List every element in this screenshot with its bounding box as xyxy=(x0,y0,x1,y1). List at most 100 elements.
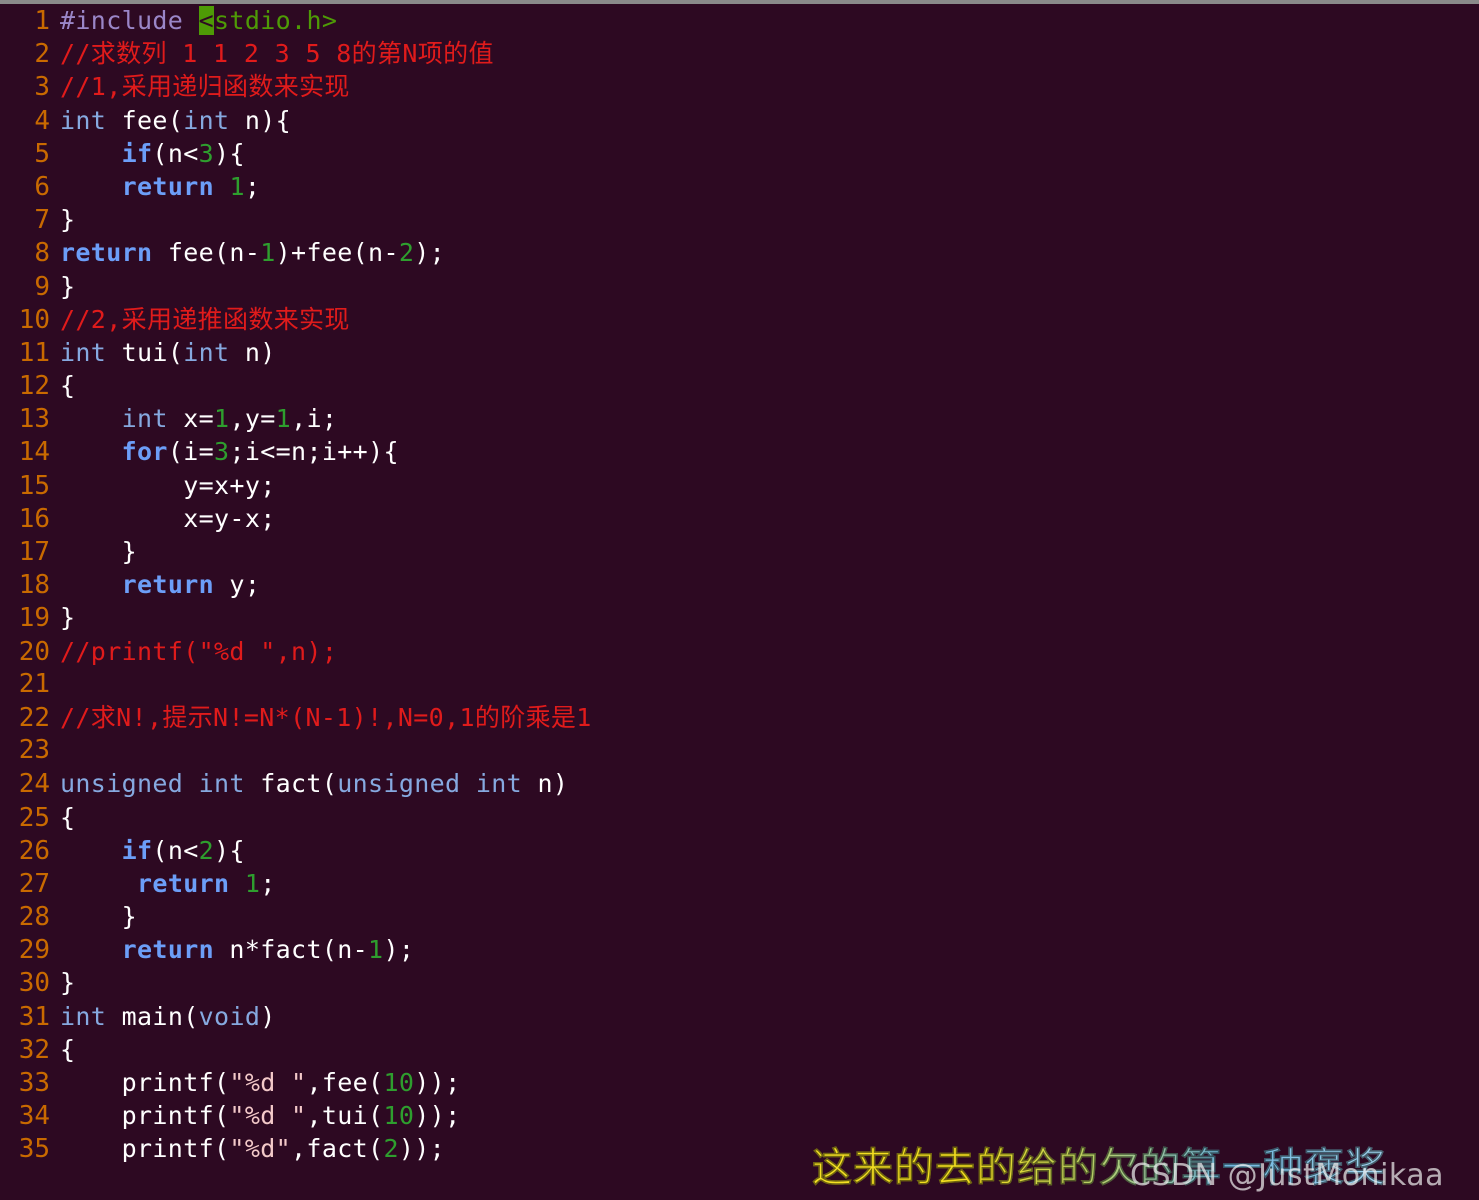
line-number: 13 xyxy=(18,404,50,435)
code-line[interactable]: 7 } xyxy=(0,203,1479,236)
code-line[interactable]: 3 //1,采用递归函数来实现 xyxy=(0,70,1479,103)
line-content[interactable]: for(i=3;i<=n;i++){ xyxy=(50,435,399,468)
token-text: ) xyxy=(260,1001,276,1031)
code-line[interactable]: 13 int x=1,y=1,i; xyxy=(0,402,1479,435)
code-line[interactable]: 17 } xyxy=(0,535,1479,568)
token-number: 1 xyxy=(229,171,245,201)
line-content[interactable]: y=x+y; xyxy=(50,469,276,502)
code-line[interactable]: 34 printf("%d ",tui(10)); xyxy=(0,1099,1479,1132)
code-line[interactable]: 26 if(n<2){ xyxy=(0,834,1479,867)
line-content[interactable]: printf("%d",fact(2)); xyxy=(50,1132,445,1165)
code-line[interactable]: 5 if(n<3){ xyxy=(0,137,1479,170)
code-line[interactable]: 2 //求数列 1 1 2 3 5 8的第N项的值 xyxy=(0,37,1479,70)
code-line[interactable]: 11 int tui(int n) xyxy=(0,336,1479,369)
token-keyword: return xyxy=(121,171,215,201)
line-content[interactable]: printf("%d ",tui(10)); xyxy=(50,1099,461,1132)
code-line[interactable]: 18 return y; xyxy=(0,568,1479,601)
token-number: 1 xyxy=(214,404,230,434)
line-content[interactable]: //求N!,提示N!=N*(N-1)!,N=0,1的阶乘是1 xyxy=(50,701,592,734)
code-line[interactable]: 1 #include <stdio.h> xyxy=(0,4,1479,37)
code-line[interactable]: 22 //求N!,提示N!=N*(N-1)!,N=0,1的阶乘是1 xyxy=(0,701,1479,734)
token-number: 2 xyxy=(398,238,415,268)
token-text: ,i; xyxy=(291,404,338,434)
code-line[interactable]: 24 unsigned int fact(unsigned int n) xyxy=(0,767,1479,800)
token-text: ,fact( xyxy=(291,1134,384,1164)
line-content[interactable]: int tui(int n) xyxy=(50,336,276,369)
line-content[interactable]: //求数列 1 1 2 3 5 8的第N项的值 xyxy=(50,37,494,70)
code-line[interactable]: 29 return n*fact(n-1); xyxy=(0,933,1479,966)
code-line[interactable]: 28 } xyxy=(0,900,1479,933)
token-indent: printf( xyxy=(60,1068,230,1097)
line-content[interactable]: unsigned int fact(unsigned int n) xyxy=(50,767,568,800)
token-text: (n< xyxy=(152,138,199,168)
code-line[interactable]: 32 { xyxy=(0,1033,1479,1066)
code-line[interactable]: 31 int main(void) xyxy=(0,1000,1479,1033)
line-content[interactable]: { xyxy=(50,369,75,402)
line-content[interactable]: return y; xyxy=(50,568,260,601)
code-line[interactable]: 15 y=x+y; xyxy=(0,469,1479,502)
code-line[interactable]: 10 //2,采用递推函数来实现 xyxy=(0,303,1479,336)
line-content[interactable]: x=y-x; xyxy=(50,502,276,535)
code-line[interactable]: 16 x=y-x; xyxy=(0,502,1479,535)
line-content[interactable]: #include <stdio.h> xyxy=(50,4,337,37)
line-content[interactable]: return fee(n-1)+fee(n-2); xyxy=(50,236,445,269)
token-text: main( xyxy=(106,1001,199,1031)
token-text: ,fee( xyxy=(306,1068,384,1097)
code-line[interactable]: 30 } xyxy=(0,966,1479,999)
line-content[interactable]: return 1; xyxy=(50,867,276,900)
token-text: fee( xyxy=(106,105,184,135)
token-text: n) xyxy=(522,769,569,799)
line-content[interactable]: } xyxy=(50,203,75,236)
token-text: ; xyxy=(244,171,261,201)
token-text: x= xyxy=(167,404,215,434)
code-line[interactable]: 8 return fee(n-1)+fee(n-2); xyxy=(0,236,1479,269)
code-line[interactable]: 21 xyxy=(0,668,1479,701)
code-line[interactable]: 20 //printf("%d ",n); xyxy=(0,635,1479,668)
token-text: ,y= xyxy=(229,404,276,434)
code-line[interactable]: 12 { xyxy=(0,369,1479,402)
code-line[interactable]: 14 for(i=3;i<=n;i++){ xyxy=(0,435,1479,468)
code-line[interactable]: 9 } xyxy=(0,270,1479,303)
line-content[interactable]: return 1; xyxy=(50,170,260,203)
code-line[interactable]: 23 xyxy=(0,734,1479,767)
line-content[interactable]: int fee(int n){ xyxy=(50,104,291,137)
line-content[interactable]: } xyxy=(50,601,75,634)
code-line[interactable]: 25 { xyxy=(0,801,1479,834)
code-line[interactable]: 6 return 1; xyxy=(0,170,1479,203)
token-text: fee(n- xyxy=(152,238,261,268)
code-line[interactable]: 27 return 1; xyxy=(0,867,1479,900)
line-content[interactable]: } xyxy=(50,966,75,999)
line-content[interactable]: if(n<2){ xyxy=(50,834,245,867)
line-content[interactable]: } xyxy=(50,535,137,568)
line-content[interactable]: int main(void) xyxy=(50,1000,276,1033)
line-content[interactable]: } xyxy=(50,900,137,933)
code-line[interactable]: 19 } xyxy=(0,601,1479,634)
line-number: 19 xyxy=(18,603,50,634)
code-line[interactable]: 4 int fee(int n){ xyxy=(0,104,1479,137)
token-type: int xyxy=(60,1001,107,1031)
token-indent: printf( xyxy=(60,1134,230,1164)
code-editor-pane[interactable]: 1 #include <stdio.h> 2 //求数列 1 1 2 3 5 8… xyxy=(0,4,1479,1200)
token-type: int xyxy=(60,105,107,135)
code-line[interactable]: 33 printf("%d ",fee(10)); xyxy=(0,1066,1479,1099)
line-content[interactable]: //1,采用递归函数来实现 xyxy=(50,70,350,103)
line-content[interactable]: printf("%d ",fee(10)); xyxy=(50,1066,461,1099)
line-number: 8 xyxy=(34,238,50,269)
line-content[interactable]: { xyxy=(50,1033,75,1066)
line-content[interactable]: //2,采用递推函数来实现 xyxy=(50,303,350,336)
line-content[interactable]: } xyxy=(50,270,75,303)
line-number: 7 xyxy=(34,205,50,236)
line-content[interactable]: { xyxy=(50,801,75,834)
line-content[interactable]: //printf("%d ",n); xyxy=(50,635,337,668)
token-keyword: if xyxy=(121,138,153,168)
token-text: ; xyxy=(260,868,276,898)
line-content[interactable]: int x=1,y=1,i; xyxy=(50,402,337,435)
line-content[interactable]: if(n<3){ xyxy=(50,137,245,170)
line-content[interactable]: return n*fact(n-1); xyxy=(50,933,414,966)
token-text: fact( xyxy=(244,769,338,799)
